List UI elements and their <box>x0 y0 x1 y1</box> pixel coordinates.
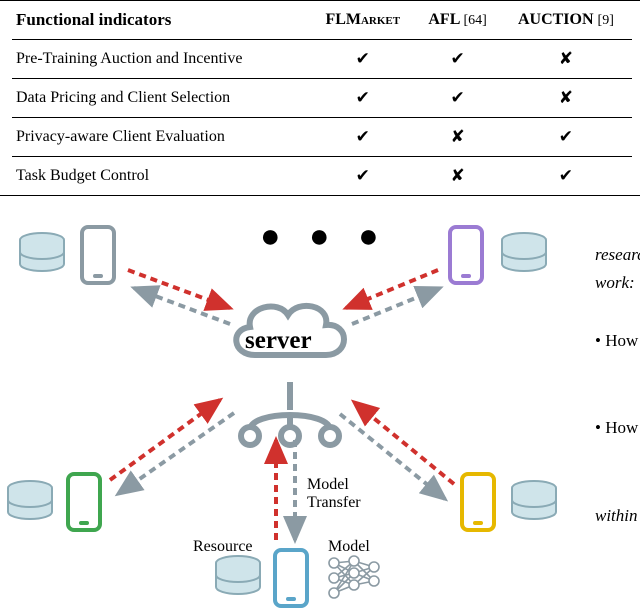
table-row: Data Pricing and Client Selection ✔ ✔ ✘ <box>12 79 632 118</box>
header-col3: AUCTION [9] <box>500 1 632 40</box>
side-text-fragment: research questions that we attempt to an… <box>595 243 640 532</box>
comparison-table: Functional indicators FLMarket AFL [64] … <box>0 0 640 196</box>
bullet-line: How to select clients with high data val… <box>595 416 640 440</box>
server-label: server <box>245 327 312 355</box>
text-line: research questions that we attempt to an… <box>595 243 640 267</box>
cell: ✔ <box>310 157 415 196</box>
bullet-line: How to evaluate the data value of client… <box>595 329 640 353</box>
table-row: Task Budget Control ✔ ✘ ✔ <box>12 157 632 196</box>
cell: ✔ <box>500 118 632 157</box>
cell: ✘ <box>415 118 500 157</box>
cell: ✔ <box>415 79 500 118</box>
cell-fn: Privacy-aware Client Evaluation <box>12 118 310 157</box>
table-row: Privacy-aware Client Evaluation ✔ ✘ ✔ <box>12 118 632 157</box>
header-col1: FLMarket <box>310 1 415 40</box>
cell: ✔ <box>415 40 500 79</box>
header-fn: Functional indicators <box>12 1 310 40</box>
arrows-layer <box>0 230 580 614</box>
header-col2: AFL [64] <box>415 1 500 40</box>
table: Functional indicators FLMarket AFL [64] … <box>12 1 632 195</box>
cell-fn: Pre-Training Auction and Incentive <box>12 40 310 79</box>
cell-fn: Task Budget Control <box>12 157 310 196</box>
text-line: within budget. <box>595 504 640 528</box>
cell: ✘ <box>500 79 632 118</box>
cell: ✘ <box>415 157 500 196</box>
cell: ✘ <box>500 40 632 79</box>
cell: ✔ <box>500 157 632 196</box>
text-line: work: <box>595 271 640 295</box>
fl-diagram: server ● ● ● <box>0 230 580 614</box>
cell: ✔ <box>310 40 415 79</box>
cell: ✔ <box>310 118 415 157</box>
cell-fn: Data Pricing and Client Selection <box>12 79 310 118</box>
cell: ✔ <box>310 79 415 118</box>
table-row: Pre-Training Auction and Incentive ✔ ✔ ✘ <box>12 40 632 79</box>
